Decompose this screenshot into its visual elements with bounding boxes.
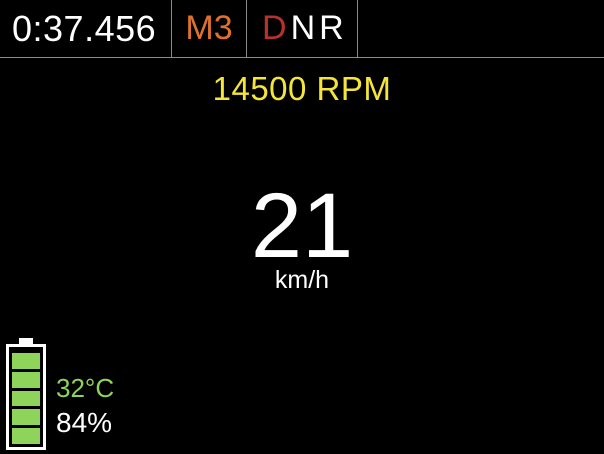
rpm-readout: 14500 RPM <box>212 70 392 107</box>
battery-gauge <box>6 344 46 450</box>
battery-cell <box>12 353 40 369</box>
battery-cell <box>12 390 40 407</box>
drive-mode-indicator: M3 <box>172 0 247 57</box>
gear-neutral: N <box>290 9 316 47</box>
gear-reverse: R <box>319 9 344 47</box>
drive-mode-value: M3 <box>185 9 233 47</box>
battery-cell <box>12 409 40 426</box>
battery-icon <box>6 338 46 450</box>
battery-charge-percent: 84% <box>56 407 113 438</box>
battery-cell <box>12 428 40 444</box>
speed-value: 21 <box>250 175 354 277</box>
lap-time-value: 0:37.456 <box>12 7 157 49</box>
lap-timer: 0:37.456 <box>0 0 172 57</box>
speed-unit: km/h <box>274 266 330 294</box>
battery-temperature: 32°C <box>56 373 115 403</box>
status-bar: 0:37.456 M3 D N R <box>0 0 604 58</box>
battery-cell <box>12 371 40 388</box>
gear-selector: D N R <box>247 0 358 57</box>
gear-drive: D <box>262 9 287 47</box>
